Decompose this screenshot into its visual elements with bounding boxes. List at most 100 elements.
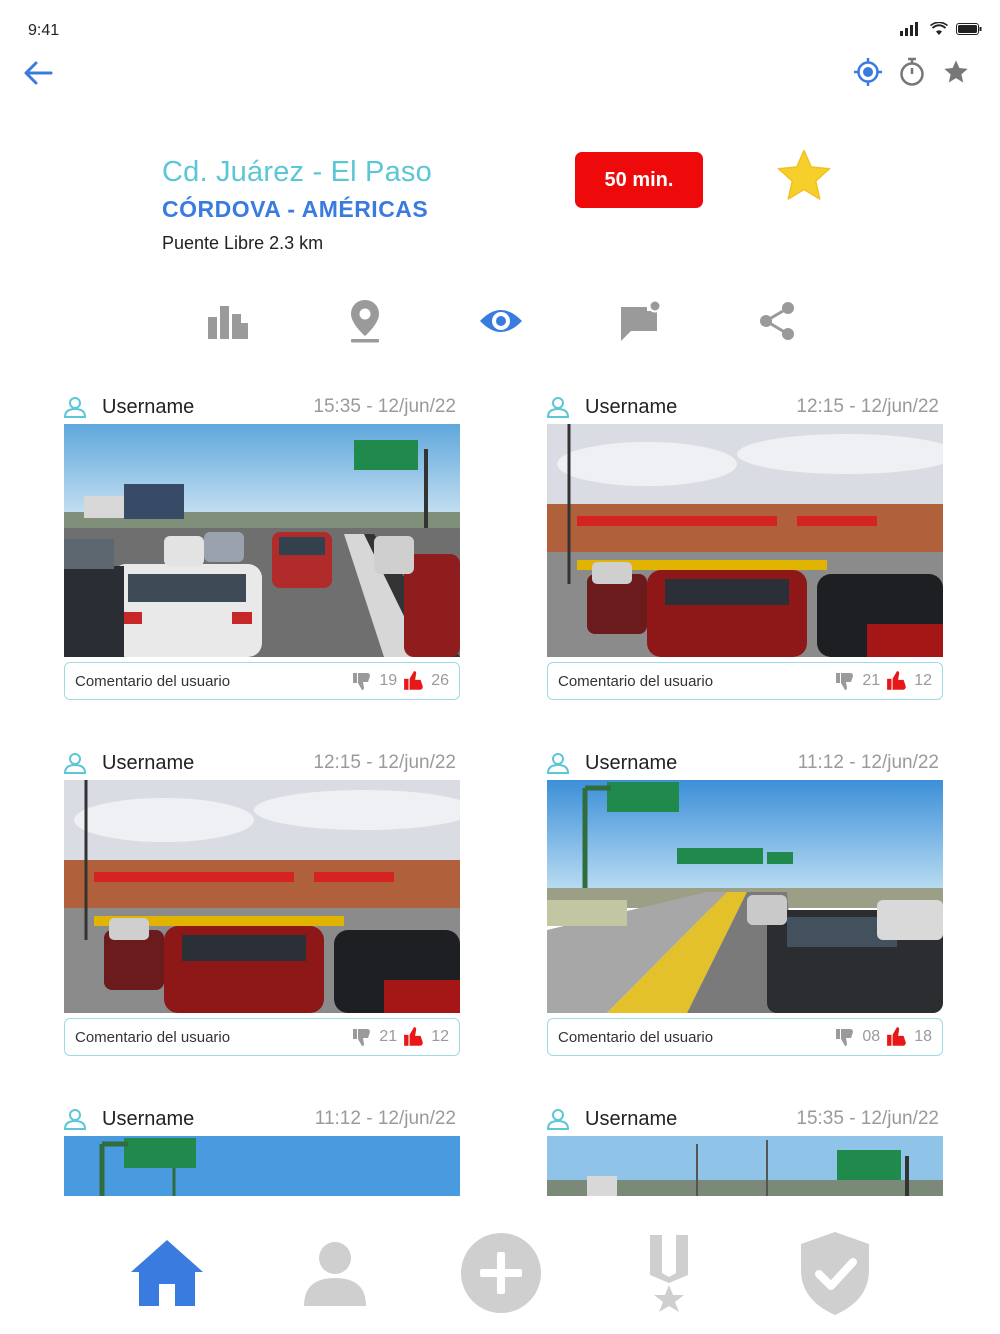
dislike-count: 21: [862, 672, 881, 689]
votes: 21 12: [351, 1026, 449, 1048]
tab-views[interactable]: [476, 296, 526, 346]
stopwatch-icon: [900, 57, 924, 86]
nav-add[interactable]: [456, 1228, 546, 1318]
dislike-button[interactable]: [834, 670, 856, 692]
post-header: Username 15:35 - 12/jun/22: [64, 394, 460, 422]
tab-location[interactable]: [340, 296, 390, 346]
nav-security[interactable]: [790, 1228, 880, 1318]
photo-highway-queue[interactable]: [547, 780, 943, 1013]
favorites-button[interactable]: [940, 56, 972, 88]
like-button[interactable]: [886, 670, 908, 692]
post-card: Username 12:15 - 12/jun/22 Comentario de…: [64, 750, 460, 1056]
status-time: 9:41: [28, 22, 60, 39]
like-count: 18: [914, 1028, 932, 1045]
bar-chart-icon: [208, 306, 248, 339]
comment-bar[interactable]: Comentario del usuario 08 18: [547, 1018, 943, 1056]
map-pin-icon: [351, 300, 379, 343]
back-button[interactable]: [18, 55, 58, 91]
battery-icon: [956, 23, 982, 35]
traffic-photo: [547, 1136, 943, 1196]
nav-rewards[interactable]: [624, 1228, 714, 1318]
share-icon: [760, 302, 794, 340]
dislike-count: 08: [862, 1028, 881, 1045]
photo-traffic-line[interactable]: [547, 1136, 943, 1196]
timestamp: 11:12 - 12/jun/22: [314, 1108, 456, 1129]
dislike-button[interactable]: [834, 1026, 856, 1048]
username[interactable]: Username: [585, 752, 677, 775]
timestamp: 12:15 - 12/jun/22: [796, 396, 939, 417]
post-header: Username 12:15 - 12/jun/22: [547, 394, 943, 422]
crossing-name: CÓRDOVA - AMÉRICAS: [162, 196, 429, 222]
timestamp: 15:35 - 12/jun/22: [796, 1108, 939, 1129]
signal-icon: [900, 22, 918, 36]
username[interactable]: Username: [585, 1108, 677, 1131]
thumbs-up-icon: [404, 1027, 424, 1046]
photo-traffic-line[interactable]: [64, 424, 460, 657]
comment-bar[interactable]: Comentario del usuario 19 26: [64, 662, 460, 700]
comment-bar[interactable]: Comentario del usuario 21 12: [547, 662, 943, 700]
status-icons: [900, 22, 982, 36]
post-header: Username 12:15 - 12/jun/22: [64, 750, 460, 778]
like-count: 12: [431, 1028, 449, 1045]
locate-button[interactable]: [852, 56, 884, 88]
thumbs-down-icon: [353, 1029, 371, 1046]
user-icon: [64, 753, 86, 774]
thumbs-down-icon: [836, 673, 854, 690]
username[interactable]: Username: [102, 1108, 194, 1131]
photo-border-booths[interactable]: [64, 780, 460, 1013]
votes: 08 18: [834, 1026, 932, 1048]
timestamp: 12:15 - 12/jun/22: [313, 752, 456, 773]
plus-circle-icon: [461, 1233, 541, 1313]
booths-photo: [64, 780, 460, 1013]
timer-button[interactable]: [896, 56, 928, 88]
timestamp: 15:35 - 12/jun/22: [313, 396, 456, 417]
username[interactable]: Username: [585, 396, 677, 419]
comment-bar[interactable]: Comentario del usuario 21 12: [64, 1018, 460, 1056]
booths-photo: [547, 424, 943, 657]
photo-highway-queue[interactable]: [64, 1136, 460, 1196]
medal-icon: [650, 1235, 688, 1312]
crossing-city: Cd. Juárez - El Paso: [162, 156, 432, 188]
arrow-left-icon: [24, 61, 53, 85]
like-count: 12: [914, 672, 932, 689]
favorite-toggle[interactable]: [774, 146, 834, 206]
user-icon: [547, 753, 569, 774]
comment-text: Comentario del usuario: [558, 1028, 714, 1046]
tab-stats[interactable]: [202, 296, 252, 346]
nav-profile[interactable]: [290, 1228, 380, 1318]
status-bar: 9:41: [0, 0, 1000, 60]
comment-icon: [621, 299, 661, 341]
home-icon: [131, 1240, 203, 1306]
crossing-subtitle: Puente Libre 2.3 km: [162, 233, 324, 253]
photo-border-booths[interactable]: [547, 424, 943, 657]
post-card: Username 15:35 - 12/jun/22: [64, 394, 460, 700]
timestamp: 11:12 - 12/jun/22: [797, 752, 939, 773]
nav-home[interactable]: [122, 1228, 212, 1318]
user-icon: [64, 1109, 86, 1130]
dislike-count: 21: [379, 1028, 398, 1045]
like-button[interactable]: [886, 1026, 908, 1048]
username[interactable]: Username: [102, 396, 194, 419]
dislike-button[interactable]: [351, 670, 373, 692]
crosshair-icon: [854, 58, 882, 86]
user-icon: [547, 1109, 569, 1130]
like-count: 26: [431, 672, 449, 689]
post-card: Username 11:12 - 12/jun/22: [64, 1106, 460, 1196]
post-header: Username 11:12 - 12/jun/22: [64, 1106, 460, 1134]
tab-share[interactable]: [752, 296, 802, 346]
dislike-count: 19: [379, 672, 398, 689]
dislike-button[interactable]: [351, 1026, 373, 1048]
username[interactable]: Username: [102, 752, 194, 775]
wait-time-badge[interactable]: 50 min.: [575, 152, 703, 208]
user-icon: [64, 397, 86, 418]
post-card: Username 11:12 - 12/jun/22 Comentario de…: [547, 750, 943, 1056]
highway-photo: [547, 780, 943, 1013]
like-button[interactable]: [403, 1026, 425, 1048]
user-icon: [547, 397, 569, 418]
thumbs-up-icon: [887, 671, 907, 690]
post-card: Username 15:35 - 12/jun/22: [547, 1106, 943, 1196]
star-filled-icon: [777, 149, 831, 200]
bottom-nav: [0, 1198, 1000, 1334]
like-button[interactable]: [403, 670, 425, 692]
tab-comments[interactable]: [614, 296, 664, 346]
